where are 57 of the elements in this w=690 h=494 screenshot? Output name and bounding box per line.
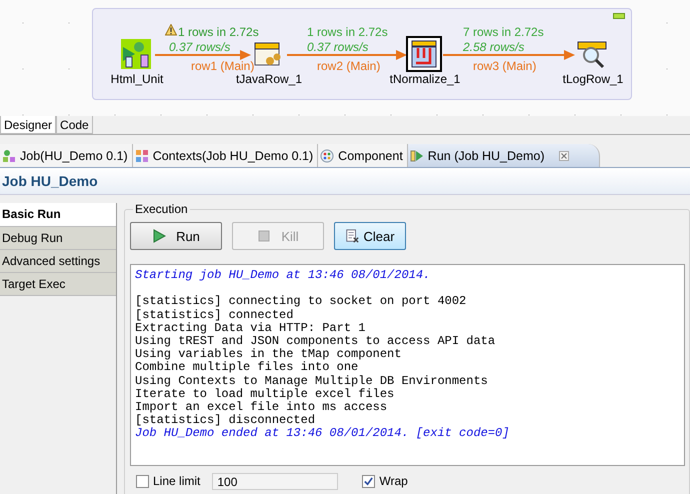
- side-tab[interactable]: Target Exec: [0, 273, 116, 296]
- group-title: Execution: [133, 202, 190, 216]
- side-tab[interactable]: Basic Run: [0, 203, 116, 227]
- log-line: Using variables in the tMap component: [135, 348, 402, 362]
- people-icon: [2, 148, 16, 162]
- panel-title: Job HU_Demo: [0, 168, 690, 195]
- play-icon: [152, 229, 166, 243]
- log-line: Using tREST and JSON components to access API data: [135, 335, 496, 348]
- run-icon: [410, 148, 424, 162]
- action-button[interactable]: Run: [130, 222, 222, 250]
- view-tab[interactable]: Run (Job HU_Demo): [408, 144, 600, 167]
- log-line: [statistics] connecting to socket on port 4002: [135, 295, 468, 309]
- side-tab[interactable]: Debug Run: [0, 227, 116, 250]
- clear-document-icon: [345, 229, 360, 243]
- component-node[interactable]: [118, 36, 154, 72]
- line-limit-checkbox[interactable]: Line limit: [136, 474, 200, 488]
- row-count: 1 rows in 2.72s: [307, 25, 388, 39]
- action-button[interactable]: Clear: [334, 222, 406, 250]
- view-tab[interactable]: Component: [318, 144, 408, 167]
- table-arrows-icon: [409, 39, 439, 69]
- row-rate: 0.37 rows/s: [169, 40, 230, 54]
- component-node[interactable]: [406, 36, 442, 72]
- log-line: [statistics] disconnected: [135, 414, 316, 428]
- view-tab[interactable]: Job(HU_Demo 0.1): [0, 144, 133, 167]
- node-label: Html_Unit: [110, 72, 164, 86]
- log-line: Combine multiple files into one: [135, 361, 360, 375]
- log-line: [statistics] connected: [135, 308, 294, 322]
- link-label: row1 (Main): [191, 59, 254, 73]
- stop-icon: [257, 229, 272, 243]
- close-icon[interactable]: [558, 150, 569, 160]
- log-line: Import an excel file into ms access: [135, 401, 388, 414]
- node-label: tNormalize_1: [388, 72, 462, 86]
- log-line: Using Contexts to Manage Multiple DB Environments: [135, 374, 489, 388]
- row-rate: 0.37 rows/s: [307, 40, 368, 54]
- view-tab[interactable]: Contexts(Job HU_Demo 0.1): [132, 144, 318, 167]
- row-count: 7 rows in 2.72s: [463, 25, 544, 39]
- log-line: Iterate to load multiple excel files: [135, 388, 396, 401]
- link-label: row2 (Main): [317, 59, 380, 73]
- editor-tab[interactable]: Designer: [0, 116, 56, 134]
- log-line: Extracting Data via HTTP: Part 1: [135, 322, 366, 335]
- line-limit-field[interactable]: 100: [212, 472, 338, 490]
- row-rate: 2.58 rows/s: [463, 40, 524, 54]
- table-magnifier-icon: [577, 39, 607, 69]
- node-label: tLogRow_1: [562, 72, 624, 86]
- log-line: Job HU_Demo ended at 13:46 08/01/2014. [exit code=0]: [135, 427, 510, 441]
- side-tab[interactable]: Advanced settings: [0, 250, 116, 273]
- row-count: 1 rows in 2.72s: [178, 25, 259, 39]
- wrap-checkbox[interactable]: Wrap: [362, 474, 408, 488]
- warning-icon: [165, 24, 177, 36]
- editor-tab[interactable]: Code: [56, 116, 93, 134]
- palette-icon: [320, 148, 334, 162]
- checkmark-icon: [363, 476, 374, 486]
- log-line: Starting job HU_Demo at 13:46 08/01/2014.: [135, 269, 432, 282]
- play-people-icon: [121, 39, 151, 69]
- link-label: row3 (Main): [473, 59, 536, 73]
- node-label: tJavaRow_1: [236, 72, 304, 86]
- blocks-icon: [134, 148, 149, 162]
